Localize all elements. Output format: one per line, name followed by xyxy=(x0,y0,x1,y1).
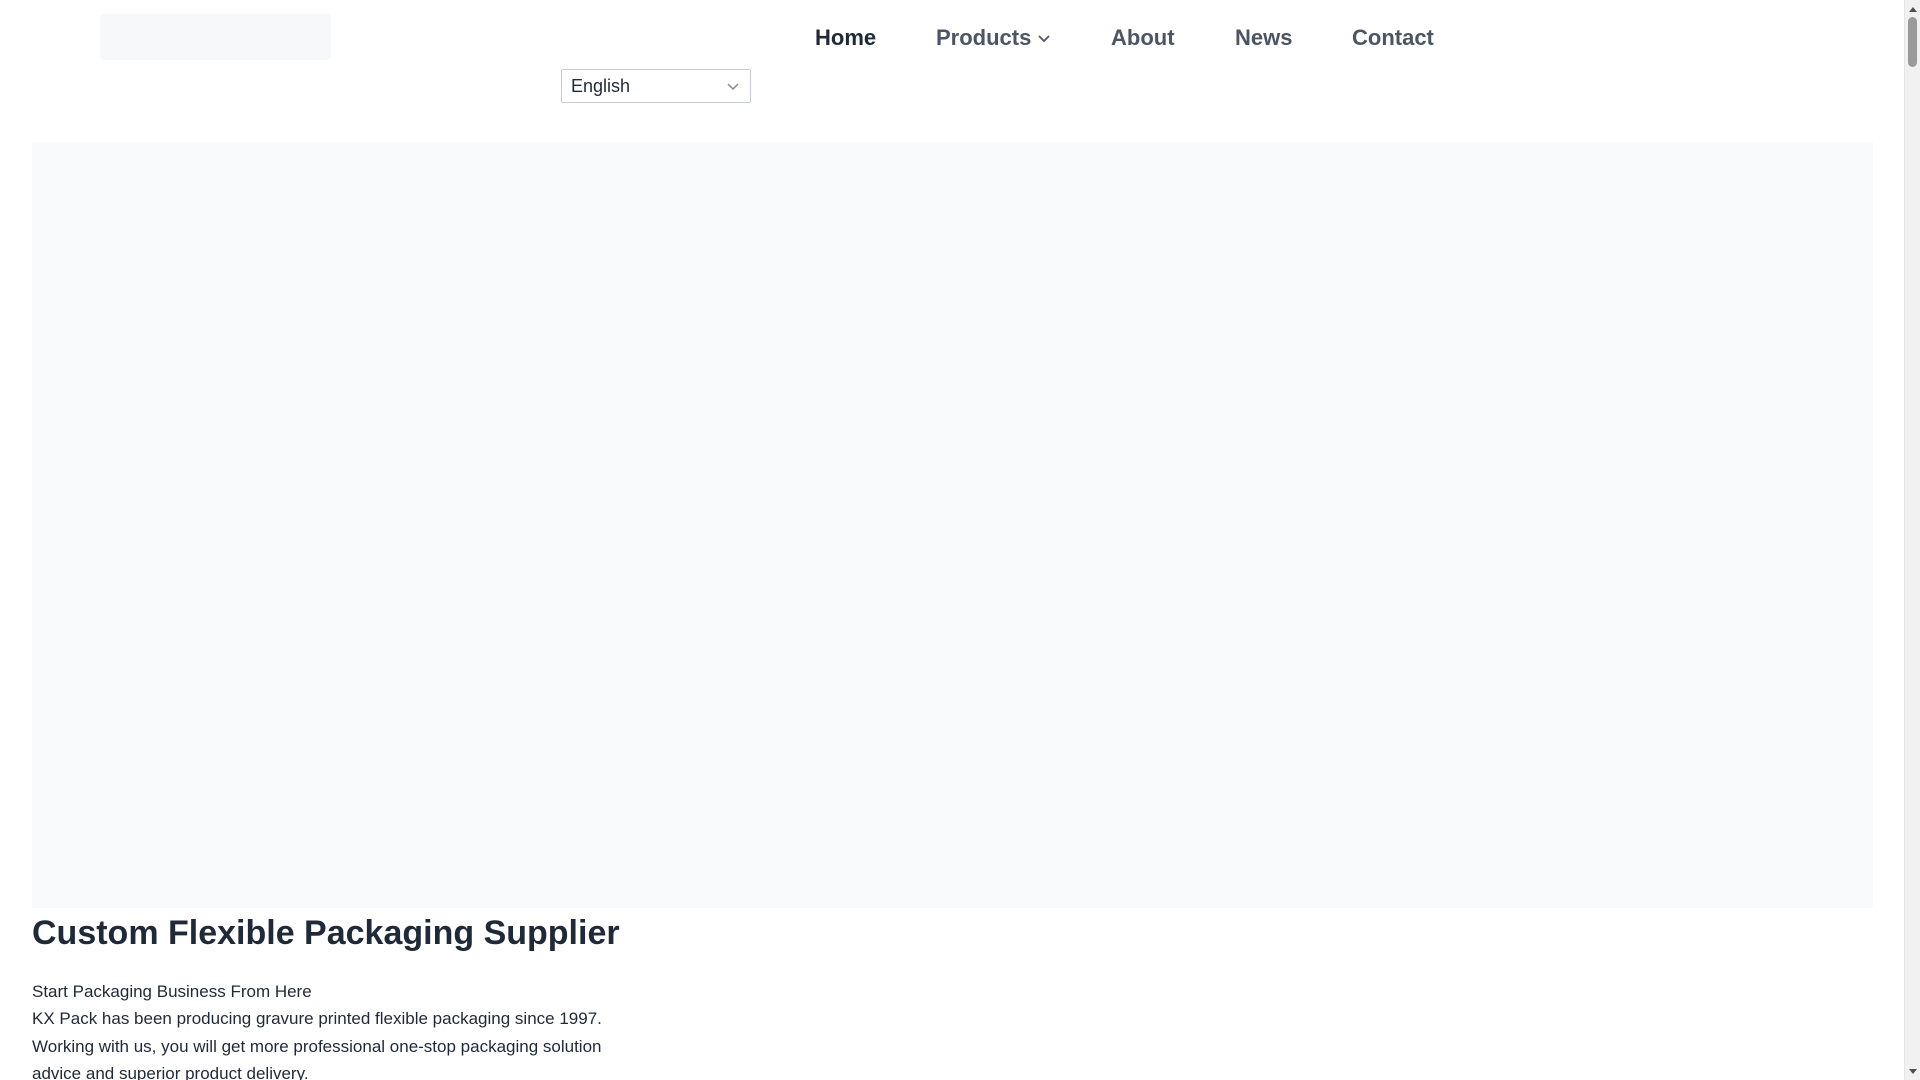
nav-item-about[interactable]: About xyxy=(1111,24,1175,52)
nav-item-label: About xyxy=(1111,25,1175,50)
site-header: Home Products About News Contact English xyxy=(0,0,1904,142)
language-select[interactable]: English xyxy=(561,69,751,103)
nav-item-contact[interactable]: Contact xyxy=(1352,24,1434,52)
tagline: Start Packaging Business From Here xyxy=(32,982,312,1001)
nav-item-label: Contact xyxy=(1352,25,1434,50)
page: Home Products About News Contact English xyxy=(0,0,1920,1080)
intro-section: Custom Flexible Packaging Supplier Start… xyxy=(32,910,732,1080)
triangle-up-icon[interactable] xyxy=(1905,0,1920,17)
nav-item-news[interactable]: News xyxy=(1235,24,1292,52)
language-select-value: English xyxy=(571,75,631,96)
scrollbar-thumb[interactable] xyxy=(1908,17,1917,67)
hero-banner xyxy=(32,142,1873,908)
nav-item-label: Home xyxy=(815,25,877,50)
nav-item-home[interactable]: Home xyxy=(815,24,876,52)
chevron-down-icon xyxy=(1037,31,1051,45)
nav-item-products[interactable]: Products xyxy=(936,24,1051,52)
page-title: Custom Flexible Packaging Supplier xyxy=(32,914,620,952)
chevron-down-icon xyxy=(716,70,750,102)
main-nav: Home Products About News Contact xyxy=(0,0,1904,76)
nav-item-label: Products xyxy=(936,25,1032,50)
nav-item-label: News xyxy=(1235,25,1293,50)
triangle-down-icon[interactable] xyxy=(1905,1063,1920,1080)
intro-description: KX Pack has been producing gravure print… xyxy=(32,1009,602,1080)
vertical-scrollbar[interactable] xyxy=(1904,0,1920,1080)
